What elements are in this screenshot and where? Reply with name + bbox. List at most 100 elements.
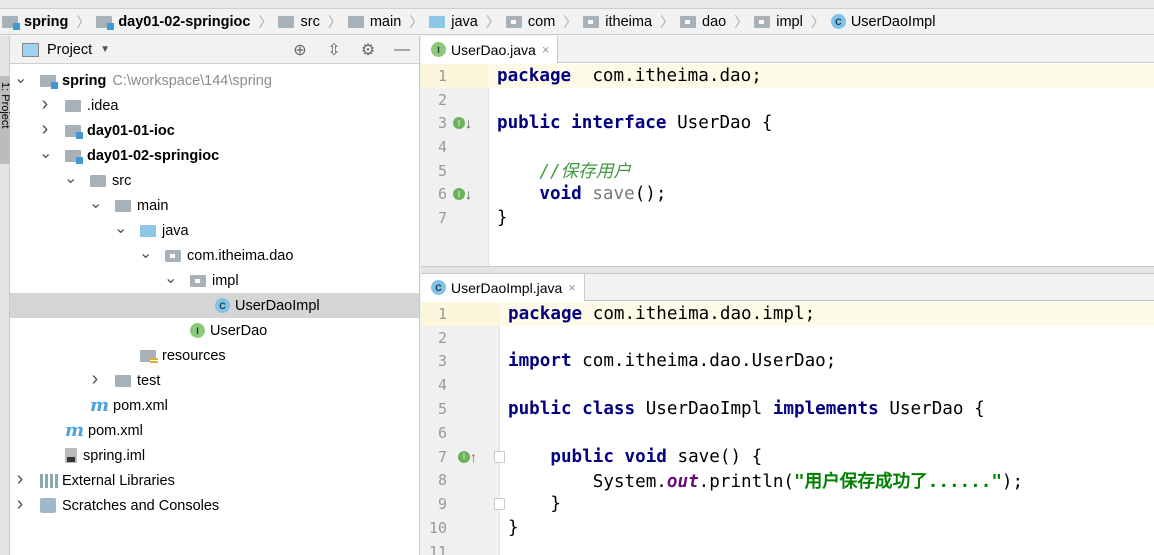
tree-item-label: UserDao bbox=[210, 322, 268, 339]
close-icon[interactable]: × bbox=[568, 280, 576, 295]
tree-item[interactable]: › day01-01-ioc bbox=[10, 118, 419, 143]
chevron-down-icon[interactable]: ⌄ bbox=[114, 218, 127, 238]
editor-tab[interactable]: I UserDao.java × bbox=[421, 36, 559, 63]
tree-item[interactable]: ⌄ day01-02-springioc bbox=[10, 143, 419, 168]
editor-tab[interactable]: C UserDaoImpl.java × bbox=[421, 274, 585, 301]
chevron-down-icon[interactable]: ⌄ bbox=[164, 268, 177, 288]
minimize-icon[interactable]: — bbox=[385, 41, 419, 59]
tree-item[interactable]: › .idea bbox=[10, 93, 419, 118]
tree-item[interactable]: ⌄ com.itheima.dao bbox=[10, 243, 419, 268]
breadcrumb-item[interactable]: src bbox=[276, 14, 323, 30]
module-icon bbox=[40, 74, 58, 89]
code-line: 7 I ↑ public void save() { bbox=[421, 445, 1154, 469]
folder-icon bbox=[115, 199, 131, 212]
tree-item[interactable]: › Scratches and Consoles bbox=[10, 493, 419, 518]
module-folder-icon bbox=[96, 15, 115, 30]
chevron-down-icon[interactable]: ▼ bbox=[100, 44, 110, 55]
breadcrumb-item[interactable]: itheima bbox=[581, 14, 656, 30]
line-number: 1 bbox=[437, 66, 447, 85]
collapse-icon[interactable]: ⇳ bbox=[317, 40, 351, 60]
tree-item[interactable]: ⌄ spring C:\workspace\144\spring bbox=[10, 68, 419, 93]
tree-item[interactable]: ⌄ main bbox=[10, 193, 419, 218]
left-tool-stripe: 1: Project bbox=[0, 36, 11, 555]
breadcrumb-item[interactable]: day01-02-springioc bbox=[94, 14, 254, 30]
breadcrumb-separator-icon: 〉 bbox=[409, 13, 424, 30]
chevron-right-icon[interactable]: › bbox=[39, 93, 51, 116]
code-line: 7} bbox=[421, 206, 1154, 230]
code-area[interactable]: 1 package com.itheima.dao; 2 3 I ↓ public inte… bbox=[421, 64, 1154, 266]
code-token: UserDaoImpl bbox=[635, 399, 773, 420]
implemented-icon[interactable]: I ↓ bbox=[453, 186, 472, 202]
project-panel: Project ▼ ⊕ ⇳ ⚙ — ⌄ spring C:\workspace\14… bbox=[10, 36, 420, 555]
implements-method-icon[interactable]: I ↑ bbox=[458, 449, 477, 465]
tree-item[interactable]: I UserDao bbox=[10, 318, 419, 343]
folder-icon bbox=[115, 374, 131, 387]
tree-item[interactable]: ⌄ src bbox=[10, 168, 419, 193]
package-icon bbox=[754, 15, 771, 28]
breadcrumb-item[interactable]: impl bbox=[752, 14, 807, 30]
tree-item-content: src bbox=[90, 173, 131, 189]
tree-item[interactable]: › test bbox=[10, 368, 419, 393]
breadcrumb-item[interactable]: dao bbox=[678, 14, 730, 30]
iml-file-icon bbox=[65, 448, 77, 463]
editor-split-divider[interactable] bbox=[421, 266, 1154, 274]
chevron-down-icon[interactable]: ⌄ bbox=[139, 243, 152, 263]
breadcrumb-separator-icon: 〉 bbox=[76, 13, 91, 30]
code-token: public interface bbox=[497, 113, 667, 134]
code-token: out bbox=[666, 471, 699, 492]
arrow-down-icon: ↓ bbox=[465, 186, 472, 203]
tree-item[interactable]: m pom.xml bbox=[10, 393, 419, 418]
breadcrumb-separator-icon: 〉 bbox=[734, 13, 749, 30]
chevron-down-icon[interactable]: ⌄ bbox=[14, 68, 27, 88]
chevron-right-icon[interactable]: › bbox=[89, 368, 101, 391]
tree-item-label: spring bbox=[62, 72, 107, 89]
tree-item[interactable]: C UserDaoImpl bbox=[10, 293, 419, 318]
breadcrumb-item[interactable]: com bbox=[504, 14, 559, 30]
breadcrumb-separator-icon: 〉 bbox=[563, 13, 578, 30]
tree-item-content: .idea bbox=[65, 98, 118, 114]
code-area[interactable]: 1 package com.itheima.dao.impl; 2 3 import c… bbox=[421, 302, 1154, 555]
chevron-down-icon[interactable]: ⌄ bbox=[89, 193, 102, 213]
tree-item[interactable]: ⌄ impl bbox=[10, 268, 419, 293]
arrow-up-icon: ↑ bbox=[470, 448, 477, 465]
project-view-selector[interactable]: Project bbox=[47, 42, 92, 58]
breadcrumb-item[interactable]: C UserDaoImpl bbox=[829, 14, 940, 30]
code-token: package bbox=[508, 303, 583, 324]
locate-icon[interactable]: ⊕ bbox=[283, 40, 317, 60]
tree-item[interactable]: › External Libraries bbox=[10, 468, 419, 493]
chevron-right-icon[interactable]: › bbox=[14, 493, 26, 516]
code-token: (); bbox=[634, 184, 667, 205]
gear-icon[interactable]: ⚙ bbox=[351, 40, 385, 60]
tree-item-label: External Libraries bbox=[62, 472, 175, 489]
implemented-icon[interactable]: I ↓ bbox=[453, 115, 472, 131]
code-token: save() { bbox=[666, 446, 763, 467]
tree-item-content: C UserDaoImpl bbox=[215, 298, 320, 314]
chevron-right-icon[interactable]: › bbox=[14, 468, 26, 491]
folder-icon bbox=[90, 174, 106, 187]
tree-item[interactable]: m pom.xml bbox=[10, 418, 419, 443]
code-token: package bbox=[497, 65, 572, 86]
code-token: void bbox=[539, 184, 582, 205]
line-number: 2 bbox=[437, 328, 447, 347]
line-number: 3 bbox=[437, 352, 447, 371]
chevron-down-icon[interactable]: ⌄ bbox=[64, 168, 77, 188]
project-tree: ⌄ spring C:\workspace\144\spring › .idea › day… bbox=[10, 68, 419, 518]
tree-item-label: UserDaoImpl bbox=[235, 297, 320, 314]
tree-item[interactable]: ⌄ java bbox=[10, 218, 419, 243]
line-number: 4 bbox=[437, 376, 447, 395]
chevron-down-icon[interactable]: ⌄ bbox=[39, 143, 52, 163]
chevron-right-icon[interactable]: › bbox=[39, 118, 51, 141]
close-icon[interactable]: × bbox=[542, 42, 550, 57]
code-token: public void bbox=[550, 446, 667, 467]
line-number: 3 bbox=[437, 114, 447, 133]
title-strip bbox=[0, 0, 1154, 9]
code-line: 3 I ↓ public interface UserDao { bbox=[421, 111, 1154, 135]
breadcrumb-item[interactable]: java bbox=[427, 14, 482, 30]
breadcrumb-item[interactable]: spring bbox=[0, 14, 72, 30]
project-tool-window-button[interactable]: 1: Project bbox=[0, 76, 11, 164]
fold-marker-icon[interactable] bbox=[494, 450, 505, 463]
tree-item[interactable]: resources bbox=[10, 343, 419, 368]
tree-item[interactable]: spring.iml bbox=[10, 443, 419, 468]
breadcrumb-item[interactable]: main bbox=[346, 14, 405, 30]
fold-marker-icon[interactable] bbox=[494, 498, 505, 511]
